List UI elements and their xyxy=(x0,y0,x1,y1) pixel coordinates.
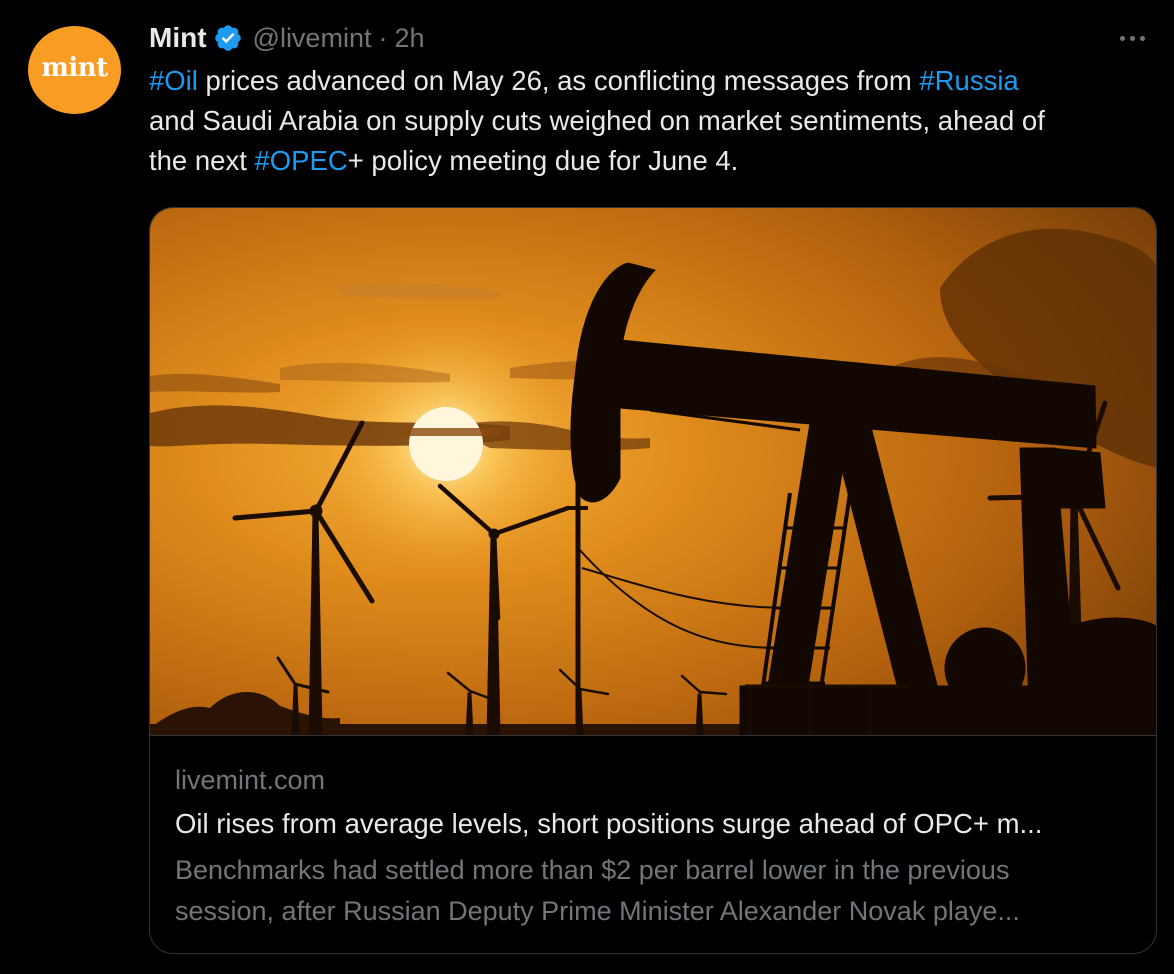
tweet-text-segment: the next xyxy=(149,145,255,176)
tweet-header: Mint @livemint · 2h xyxy=(149,20,425,56)
tweet-text: #Oil prices advanced on May 26, as confl… xyxy=(149,61,1164,181)
tweet-text-segment: + policy meeting due for June 4. xyxy=(347,145,739,176)
tweet-line-1: #Oil prices advanced on May 26, as confl… xyxy=(149,61,1164,101)
oil-pumpjack-sunset-photo xyxy=(150,208,1156,735)
avatar[interactable]: mint xyxy=(28,26,121,114)
verified-badge-icon[interactable] xyxy=(213,23,243,53)
tweet[interactable]: mint Mint @livemint · 2h #Oil prices adv… xyxy=(0,0,1174,974)
tweet-line-2: and Saudi Arabia on supply cuts weighed … xyxy=(149,101,1164,141)
more-options-icon[interactable] xyxy=(1114,26,1150,50)
tweet-text-segment: prices advanced on May 26, as conflictin… xyxy=(197,65,920,96)
card-description-line: Benchmarks had settled more than $2 per … xyxy=(175,855,1010,885)
card-domain: livemint.com xyxy=(175,765,326,795)
hashtag-russia[interactable]: #Russia xyxy=(919,65,1018,96)
avatar-logo-text: mint xyxy=(41,53,108,83)
hashtag-opec[interactable]: #OPEC xyxy=(255,145,348,176)
link-card[interactable]: livemint.com Oil rises from average leve… xyxy=(149,207,1157,954)
handle[interactable]: @livemint xyxy=(253,23,372,54)
tweet-line-3: the next #OPEC+ policy meeting due for J… xyxy=(149,141,1164,181)
display-name[interactable]: Mint xyxy=(149,22,207,54)
card-description-line: session, after Russian Deputy Prime Mini… xyxy=(175,896,1020,926)
card-image[interactable] xyxy=(150,208,1156,736)
card-title: Oil rises from average levels, short pos… xyxy=(175,808,1043,839)
timestamp[interactable]: 2h xyxy=(394,23,424,54)
separator-dot: · xyxy=(378,22,388,53)
tweet-text-segment: and Saudi Arabia on supply cuts weighed … xyxy=(149,105,1045,136)
card-description: Benchmarks had settled more than $2 per … xyxy=(175,850,1140,932)
hashtag-oil[interactable]: #Oil xyxy=(149,65,198,96)
